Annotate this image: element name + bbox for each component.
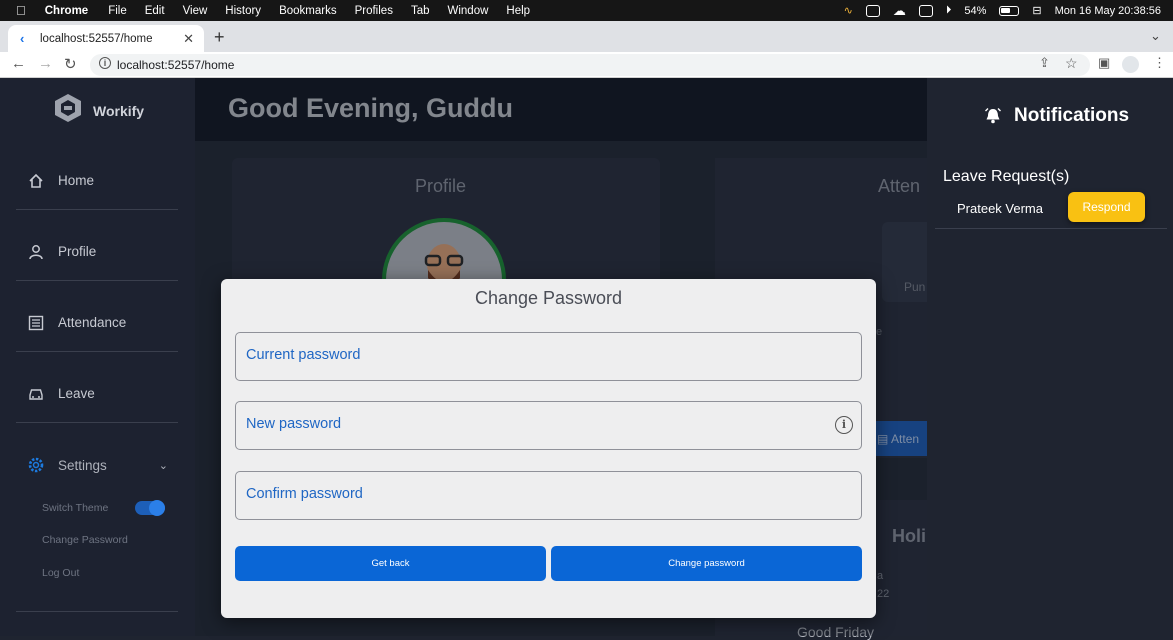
sidebar-item-profile[interactable]: Profile bbox=[16, 223, 178, 281]
sidebar-item-home[interactable]: Home bbox=[16, 152, 178, 210]
side-panel-icon[interactable]: ▣ bbox=[1098, 55, 1110, 71]
notifications-panel bbox=[927, 78, 1173, 636]
logout-link[interactable]: Log Out bbox=[42, 567, 79, 579]
menu-window[interactable]: Window bbox=[439, 5, 498, 17]
confirm-password-placeholder: Confirm password bbox=[246, 486, 363, 502]
leave-requests-heading: Leave Request(s) bbox=[943, 168, 1070, 185]
respond-button[interactable]: Respond bbox=[1068, 192, 1145, 222]
current-password-placeholder: Current password bbox=[246, 347, 361, 363]
notifications-title: Notifications bbox=[1014, 105, 1130, 126]
address-bar[interactable] bbox=[90, 54, 1090, 76]
change-password-button[interactable]: Change password bbox=[551, 546, 862, 581]
chrome-menu-icon[interactable]: ⋮ bbox=[1153, 55, 1166, 71]
get-back-button[interactable]: Get back bbox=[235, 546, 546, 581]
notification-divider bbox=[935, 228, 1167, 229]
sidebar-label-settings: Settings bbox=[58, 457, 107, 473]
car-icon bbox=[26, 386, 46, 402]
confirm-password-field[interactable]: Confirm password bbox=[235, 471, 862, 520]
alarm-bell-icon bbox=[985, 108, 1001, 124]
home-icon bbox=[26, 173, 46, 189]
theme-toggle[interactable] bbox=[135, 500, 165, 516]
flutter-favicon-icon: ‹ bbox=[20, 30, 25, 46]
control-center-icon[interactable]: ⊟ bbox=[1032, 4, 1041, 17]
tab-title: localhost:52557/home bbox=[40, 32, 153, 45]
new-tab-icon[interactable]: + bbox=[214, 27, 225, 48]
sidebar-label-home: Home bbox=[58, 173, 95, 188]
gear-icon bbox=[26, 456, 46, 474]
play-icon[interactable]: ⏵ bbox=[946, 4, 952, 17]
battery-icon[interactable] bbox=[999, 5, 1020, 16]
menu-edit[interactable]: Edit bbox=[136, 5, 174, 17]
change-password-link[interactable]: Change Password bbox=[42, 534, 128, 546]
cloud-icon[interactable]: ☁ bbox=[893, 3, 906, 19]
menu-help[interactable]: Help bbox=[497, 5, 539, 17]
status-area: ∿ ☁ ⏵ 54% ⊟ Mon 16 May 20:38:56 bbox=[844, 0, 1161, 21]
sidebar-label-leave: Leave bbox=[58, 386, 95, 401]
sidebar-item-settings[interactable]: Settings ⌄ bbox=[16, 436, 178, 494]
brand-name: Workify bbox=[93, 103, 145, 119]
switch-theme-label: Switch Theme bbox=[42, 502, 109, 514]
shield-icon[interactable] bbox=[865, 4, 880, 17]
menu-view[interactable]: View bbox=[174, 5, 217, 17]
sidebar-divider bbox=[16, 611, 178, 612]
menu-bookmarks[interactable]: Bookmarks bbox=[270, 5, 346, 17]
back-icon[interactable]: ← bbox=[11, 55, 26, 72]
sidebar-label-attendance: Attendance bbox=[58, 315, 127, 330]
new-password-field[interactable]: New password i bbox=[235, 401, 862, 450]
tab-search-chevron-icon[interactable]: ⌄ bbox=[1150, 28, 1161, 44]
battery-percent: 54% bbox=[964, 4, 987, 17]
menu-app-name[interactable]: Chrome bbox=[36, 5, 99, 17]
dialog-title: Change Password bbox=[474, 288, 623, 308]
profile-avatar-icon[interactable] bbox=[1122, 56, 1139, 73]
share-icon[interactable]: ⇪ bbox=[1039, 55, 1050, 71]
activity-icon[interactable]: ∿ bbox=[844, 4, 853, 17]
menu-history[interactable]: History bbox=[216, 5, 270, 17]
leave-requester-name: Prateek Verma bbox=[957, 201, 1043, 216]
info-icon[interactable]: i bbox=[835, 416, 853, 434]
forward-icon[interactable]: → bbox=[38, 55, 53, 72]
list-icon bbox=[26, 315, 46, 331]
sidebar-item-attendance[interactable]: Attendance bbox=[16, 294, 178, 352]
macos-menu-bar:  Chrome File Edit View History Bookmark… bbox=[0, 0, 1173, 21]
new-password-placeholder: New password bbox=[246, 416, 342, 432]
sidebar-label-profile: Profile bbox=[58, 244, 97, 259]
menu-profiles[interactable]: Profiles bbox=[346, 5, 402, 17]
person-icon bbox=[26, 244, 46, 260]
menu-file[interactable]: File bbox=[99, 5, 136, 17]
bluetooth-icon[interactable] bbox=[918, 4, 933, 17]
clock[interactable]: Mon 16 May 20:38:56 bbox=[1055, 5, 1161, 17]
current-password-field[interactable]: Current password bbox=[235, 332, 862, 381]
browser-tab[interactable]: ‹ localhost:52557/home ✕ bbox=[8, 25, 204, 52]
site-info-icon[interactable]: i bbox=[99, 57, 111, 69]
menu-tab[interactable]: Tab bbox=[402, 5, 439, 17]
apple-icon[interactable]:  bbox=[0, 3, 36, 18]
address-url[interactable]: localhost:52557/home bbox=[117, 58, 234, 72]
workify-logo-icon bbox=[55, 94, 81, 122]
chevron-down-icon: ⌄ bbox=[158, 459, 168, 472]
sidebar-item-leave[interactable]: Leave bbox=[16, 365, 178, 423]
bookmark-star-icon[interactable]: ☆ bbox=[1065, 55, 1078, 72]
tab-close-icon[interactable]: ✕ bbox=[183, 31, 194, 47]
reload-icon[interactable]: ↻ bbox=[64, 55, 77, 73]
